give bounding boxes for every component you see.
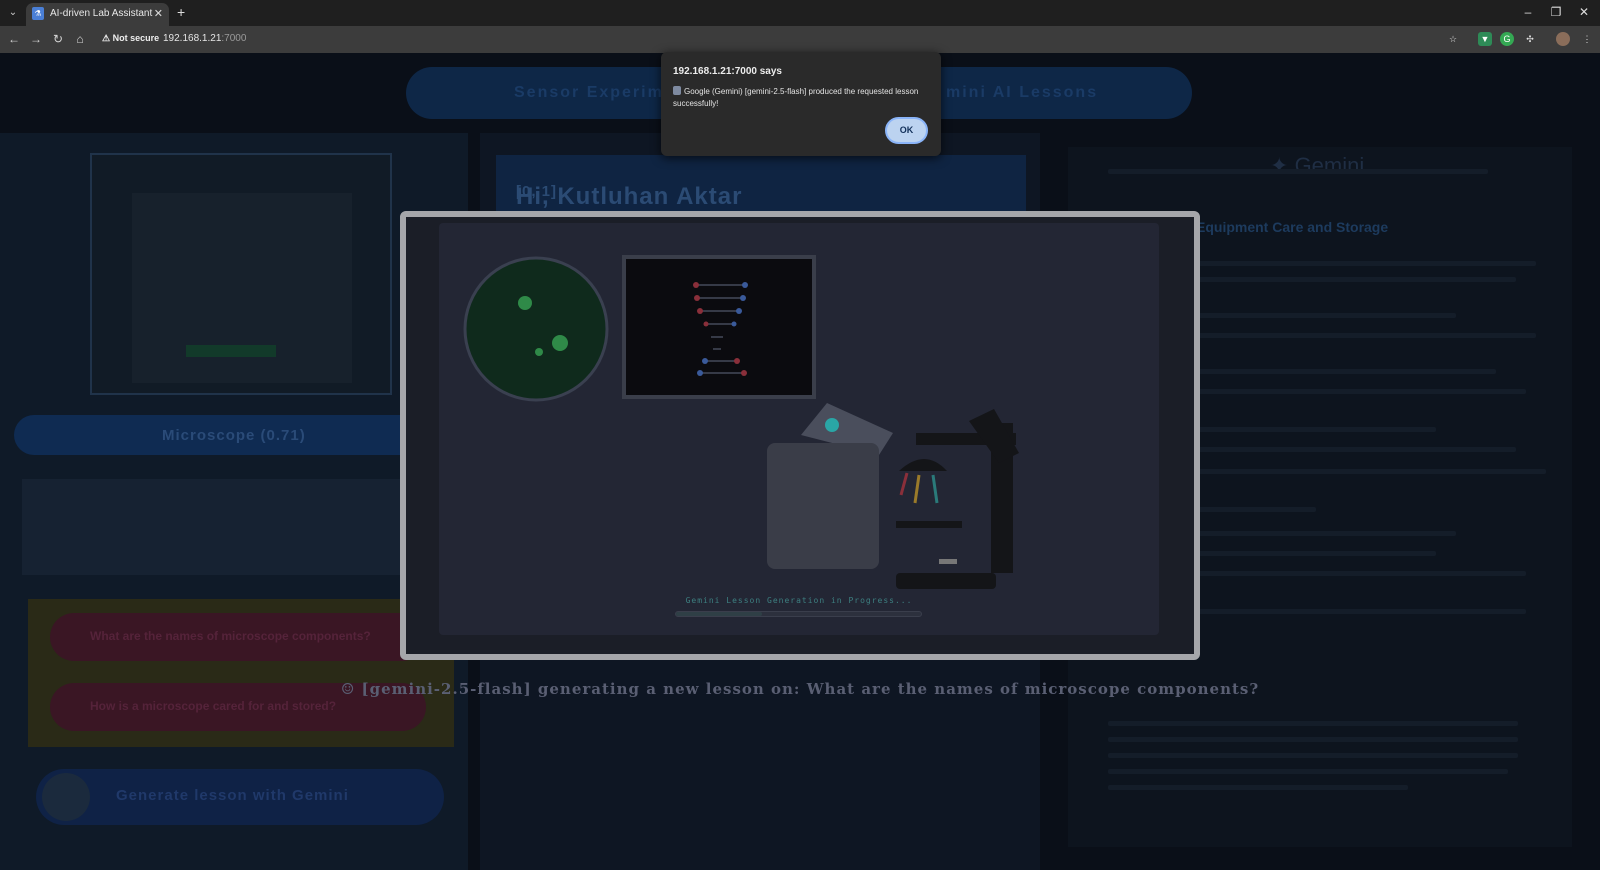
detected-object-pill: Microscope (0.71): [14, 415, 454, 455]
robot-icon: [673, 86, 681, 95]
lab-animation-svg: [463, 255, 1019, 589]
lesson-text-line: [1196, 261, 1536, 266]
question-label-1: What are the names of microscope compone…: [90, 629, 371, 643]
not-secure-badge[interactable]: ⚠ Not secure: [102, 33, 159, 44]
gemini-logo-text: Gemini: [1294, 153, 1365, 178]
progress-bar-fill: [676, 612, 762, 616]
lesson-text-line: [1108, 169, 1488, 174]
detected-object-label: Microscope (0.71): [162, 427, 306, 444]
lesson-text-line: [1196, 389, 1526, 394]
generation-status-line: ☺ [gemini-2.5-flash] generating a new le…: [0, 680, 1600, 698]
browser-tab-bar: ⌄ ⚗ AI-driven Lab Assistant ✕ + – ❐ ✕: [0, 0, 1600, 26]
back-icon[interactable]: ←: [6, 31, 22, 47]
browser-toolbar: ← → ↻ ⌂ ⚠ Not secure 192.168.1.21:7000 ☆…: [0, 26, 1600, 53]
lesson-text-line: [1196, 469, 1546, 474]
lesson-text-line: [1108, 721, 1518, 726]
gemini-star-icon: ✦: [1270, 153, 1289, 178]
alert-message: Google (Gemini) [gemini-2.5-flash] produ…: [673, 86, 929, 110]
warning-icon: ⚠: [102, 33, 111, 43]
new-tab-button[interactable]: +: [177, 4, 185, 20]
progress-text: Gemini Lesson Generation in Progress...: [685, 596, 913, 605]
question-button-1[interactable]: What are the names of microscope compone…: [50, 613, 426, 661]
lab-robot-icon: [767, 403, 893, 569]
detection-label: [186, 345, 276, 357]
lesson-text-line: [1196, 313, 1456, 318]
grammar-extension-icon[interactable]: G: [1500, 32, 1514, 46]
robot-icon: ☺: [340, 680, 356, 698]
microscope-icon: [896, 409, 1019, 589]
forward-icon[interactable]: →: [28, 31, 44, 47]
home-icon[interactable]: ⌂: [72, 31, 88, 47]
left-column: Microscope (0.71) What are the names of …: [0, 133, 468, 870]
extensions-puzzle-icon[interactable]: ✣: [1523, 32, 1537, 46]
browser-tab[interactable]: ⚗ AI-driven Lab Assistant ✕: [26, 3, 169, 26]
lesson-text-line: [1196, 427, 1436, 432]
lesson-text-line: [1196, 333, 1536, 338]
lesson-text-line: [1196, 507, 1316, 512]
alert-ok-button[interactable]: OK: [885, 117, 928, 144]
progress-bar: [675, 611, 922, 617]
lesson-text-line: [1108, 769, 1508, 774]
url-text: 192.168.1.21:7000: [163, 33, 246, 44]
url-host: 192.168.1.21: [163, 33, 222, 44]
address-bar[interactable]: ⚠ Not secure 192.168.1.21:7000: [96, 28, 1456, 50]
not-secure-label: Not secure: [112, 33, 160, 43]
question-box: What are the names of microscope compone…: [28, 599, 454, 747]
menu-kebab-icon[interactable]: ⋮: [1580, 32, 1594, 46]
alert-title: 192.168.1.21:7000 says: [673, 66, 782, 77]
dna-monitor-icon: [622, 255, 816, 399]
lesson-text-line: [1196, 551, 1436, 556]
question-label-2: How is a microscope cared for and stored…: [90, 699, 337, 713]
lesson-text-line: [1196, 447, 1516, 452]
page-title-left: Sensor Experime: [514, 84, 675, 101]
microscope-photo: [132, 193, 352, 383]
lesson-text-line: [1196, 571, 1526, 576]
bookmark-star-icon[interactable]: ☆: [1446, 32, 1460, 46]
animation-stage: Gemini Lesson Generation in Progress...: [439, 223, 1159, 635]
shield-extension-icon[interactable]: ▼: [1478, 32, 1492, 46]
lesson-text-line: [1196, 369, 1496, 374]
greeting-banner: Hi, Kutluhan Aktar [0, 1]: [496, 155, 1026, 211]
url-port: :7000: [221, 33, 247, 44]
gemini-logo: ✦ Gemini: [1270, 153, 1364, 179]
info-panel: [22, 479, 452, 575]
lesson-text-line: [1108, 785, 1408, 790]
close-window-icon[interactable]: ✕: [1576, 4, 1592, 20]
generate-lesson-label: Generate lesson with Gemini: [116, 787, 349, 804]
page-title-right: mini AI Lessons: [946, 84, 1099, 101]
robot-icon: [42, 773, 90, 821]
generate-lesson-button[interactable]: Generate lesson with Gemini: [36, 769, 444, 825]
lesson-text-line: [1108, 737, 1518, 742]
minimize-icon[interactable]: –: [1520, 4, 1536, 20]
lesson-heading: Equipment Care and Storage: [1196, 219, 1389, 235]
petri-dish-icon: [463, 256, 609, 402]
generation-status-text: [gemini-2.5-flash] generating a new less…: [361, 680, 1260, 698]
lab-favicon-icon: ⚗: [32, 7, 44, 20]
lesson-text-line: [1196, 277, 1516, 282]
profile-avatar[interactable]: [1556, 32, 1570, 46]
lesson-text-line: [1196, 531, 1456, 536]
generation-animation-modal: Gemini Lesson Generation in Progress...: [400, 211, 1200, 660]
tab-title: AI-driven Lab Assistant: [50, 8, 153, 19]
alert-message-text: Google (Gemini) [gemini-2.5-flash] produ…: [673, 87, 919, 108]
reload-icon[interactable]: ↻: [50, 31, 66, 47]
tab-search-icon[interactable]: ⌄: [5, 5, 21, 21]
lesson-text-line: [1108, 753, 1518, 758]
camera-preview: [90, 153, 392, 395]
lesson-text-line: [1196, 609, 1526, 614]
alert-dialog: 192.168.1.21:7000 says Google (Gemini) […: [661, 52, 941, 156]
greeting-suffix: [0, 1]: [516, 183, 558, 200]
restore-icon[interactable]: ❐: [1548, 4, 1564, 20]
tab-close-icon[interactable]: ✕: [154, 7, 163, 21]
